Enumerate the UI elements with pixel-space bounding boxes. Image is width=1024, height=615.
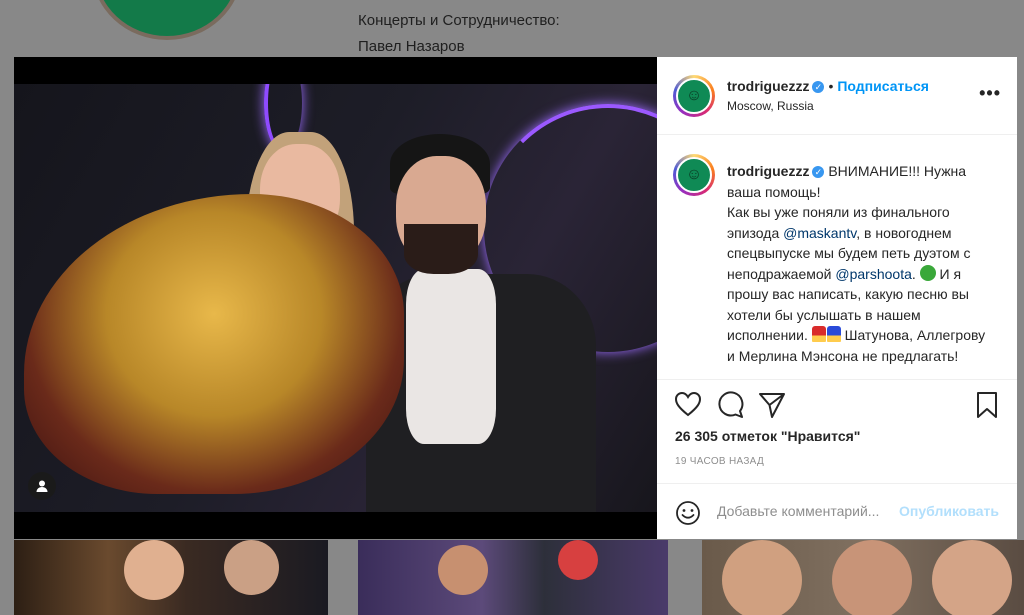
heart-icon[interactable] xyxy=(674,391,702,417)
grid-thumbnail[interactable] xyxy=(14,540,328,615)
more-options-icon[interactable]: ••• xyxy=(979,83,1001,104)
post-actions xyxy=(657,387,1017,427)
post-header: ☺ trodriguezzz ✓ • Подписаться Moscow, Russ… xyxy=(657,57,1017,135)
man-beard xyxy=(404,224,478,274)
publish-button[interactable]: Опубликовать xyxy=(899,503,999,519)
author-username[interactable]: trodriguezzz xyxy=(727,78,809,94)
post-timestamp[interactable]: 19 ЧАСОВ НАЗАД xyxy=(675,456,764,467)
author-avatar[interactable]: ☺ xyxy=(673,75,715,117)
caption-segment: . xyxy=(911,265,920,282)
comment-input[interactable]: Добавьте комментарий... xyxy=(717,503,879,519)
post-caption: ☺ trodriguezzz ✓ ВНИМАНИЕ!!! Нужна ваша п… xyxy=(657,135,1017,380)
bookmark-icon[interactable] xyxy=(975,391,999,419)
bio-line: Концерты и Сотрудничество: xyxy=(358,12,560,29)
snake-emoji-icon xyxy=(919,264,936,281)
verified-badge-icon: ✓ xyxy=(812,166,825,178)
post-location[interactable]: Moscow, Russia xyxy=(727,99,814,113)
comment-bar: Добавьте комментарий... Опубликовать xyxy=(657,483,1017,540)
caption-text: trodriguezzz ✓ ВНИМАНИЕ!!! Нужна ваша пом… xyxy=(727,161,995,366)
dancer-emoji-icon xyxy=(826,326,841,342)
caption-username[interactable]: trodriguezzz xyxy=(727,163,809,179)
profile-bio: Концерты и Сотрудничество: Павел Назаров xyxy=(358,8,560,60)
photo-image xyxy=(14,84,657,512)
person-icon[interactable] xyxy=(28,472,56,500)
separator-dot: • xyxy=(828,78,834,94)
mention-link[interactable]: @parshoota xyxy=(835,266,911,282)
mention-link[interactable]: @maskantv xyxy=(783,225,856,241)
follow-button[interactable]: Подписаться xyxy=(837,78,929,94)
likes-count[interactable]: 26 305 отметок "Нравится" xyxy=(675,428,860,444)
avatar-face-icon: ☺ xyxy=(685,87,703,104)
profile-avatar xyxy=(92,0,242,40)
dragon-costume xyxy=(24,194,404,494)
grid-thumbnail[interactable] xyxy=(702,540,1024,615)
grid-thumbnail[interactable] xyxy=(358,540,668,615)
avatar-face-icon: ☺ xyxy=(685,166,703,183)
dancer-emoji-icon xyxy=(811,326,826,342)
verified-badge-icon: ✓ xyxy=(812,81,825,93)
caption-avatar[interactable]: ☺ xyxy=(673,154,715,196)
post-photo[interactable] xyxy=(14,57,657,539)
comment-icon[interactable] xyxy=(716,391,744,419)
man-shirt xyxy=(406,269,496,444)
post-modal: ☺ trodriguezzz ✓ • Подписаться Moscow, Russ… xyxy=(14,57,1017,539)
share-icon[interactable] xyxy=(758,391,786,419)
post-sidebar: ☺ trodriguezzz ✓ • Подписаться Moscow, Russ… xyxy=(657,57,1017,539)
emoji-smiley-icon[interactable] xyxy=(675,500,701,526)
